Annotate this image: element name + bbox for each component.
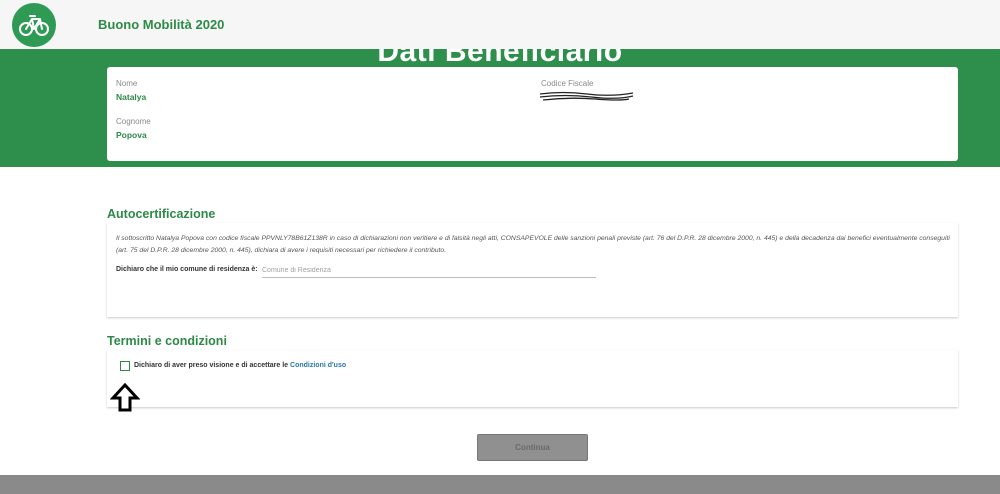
terms-checkbox[interactable] — [120, 361, 130, 371]
terms-text: Dichiaro di aver preso visione e di acce… — [134, 362, 346, 369]
cognome-value: Popova — [116, 130, 147, 140]
residenza-label: Dichiaro che il mio comune di residenza … — [116, 266, 258, 273]
app-title: Buono Mobilità 2020 — [98, 17, 225, 32]
arrow-up-icon — [110, 383, 140, 412]
top-bar: Buono Mobilità 2020 — [0, 0, 1000, 50]
nome-label: Nome — [116, 79, 138, 88]
codice-fiscale-label: Codice Fiscale — [541, 79, 594, 88]
terms-checkbox-label: Dichiaro di aver preso visione e di acce… — [134, 362, 291, 369]
bicycle-icon[interactable] — [12, 3, 56, 47]
nome-value: Natalya — [116, 92, 147, 102]
autocertificazione-text: Il sottoscritto Natalya Popova con codic… — [116, 235, 950, 254]
footer — [0, 475, 1000, 494]
banner-title: Dati Beneficiario — [377, 49, 623, 68]
termini-box — [107, 350, 958, 407]
condizioni-uso-link[interactable]: Condizioni d'uso — [290, 362, 346, 369]
beneficiary-card — [107, 67, 958, 161]
residenza-input[interactable] — [262, 264, 596, 278]
cognome-label: Cognome — [116, 117, 151, 126]
redacted-scribble — [539, 91, 634, 101]
autocertificazione-title: Autocertificazione — [107, 207, 216, 221]
termini-title: Termini e condizioni — [107, 334, 227, 348]
continua-button[interactable]: Continua — [477, 434, 588, 461]
